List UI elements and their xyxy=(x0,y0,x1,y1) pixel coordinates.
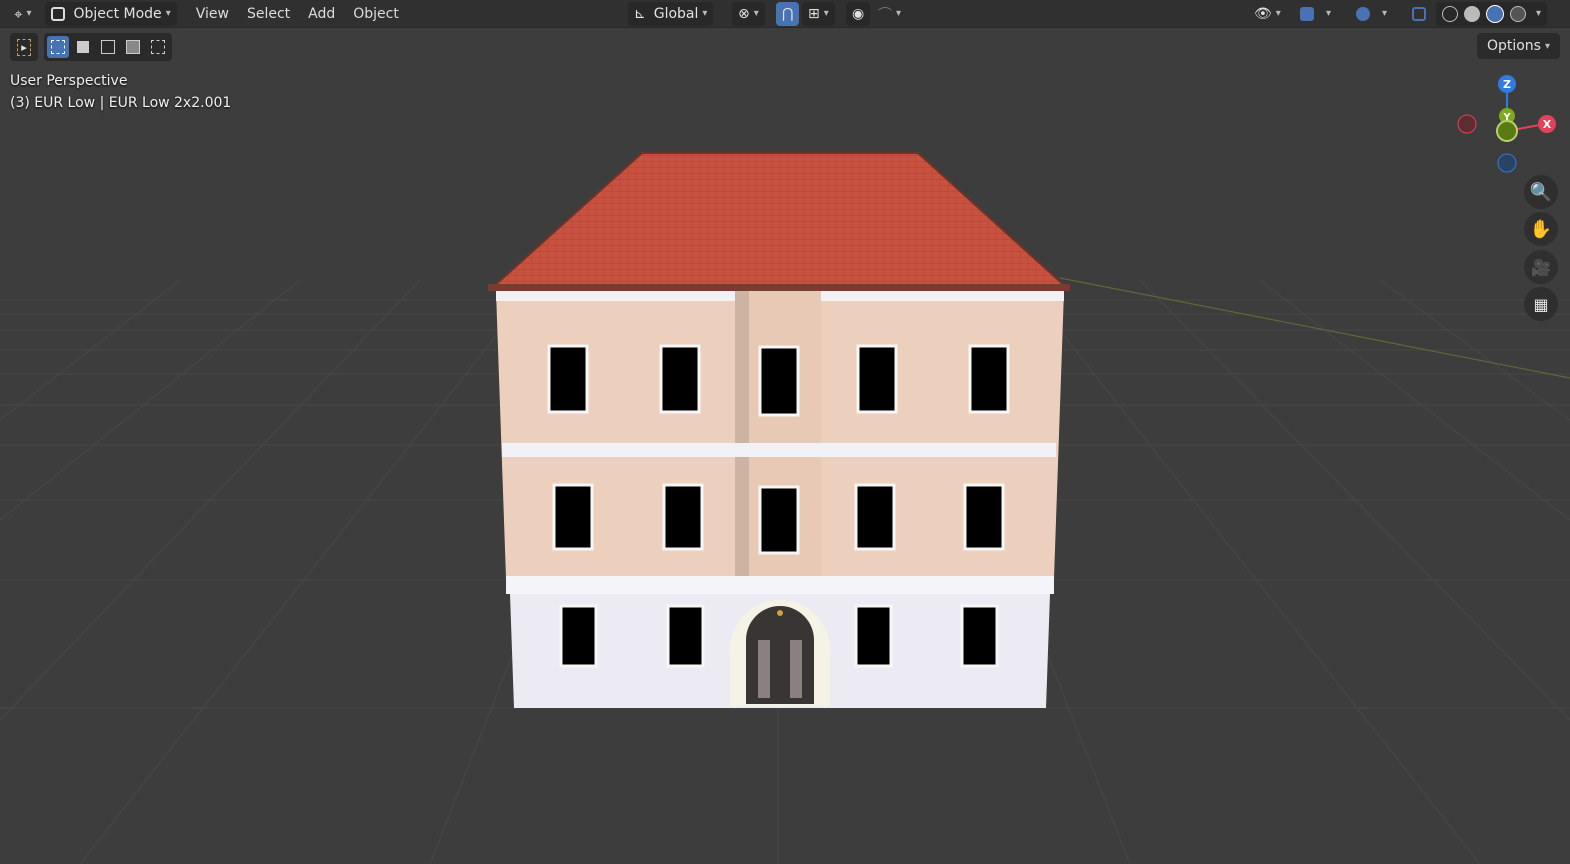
hand-icon: ✋ xyxy=(1529,218,1553,240)
door-lamp xyxy=(777,610,783,616)
select-extend-button[interactable] xyxy=(72,36,94,58)
solid-shading-icon[interactable] xyxy=(1464,5,1480,22)
chevron-down-icon: ▾ xyxy=(165,8,171,19)
select-invert-icon xyxy=(126,40,140,54)
chevron-down-icon: ▾ xyxy=(823,8,829,19)
eye-icon: 👁 xyxy=(1254,5,1272,22)
chevron-down-icon: ▾ xyxy=(1382,8,1388,19)
navigation-gizmo[interactable]: Z Y X xyxy=(1450,70,1570,180)
floor-band xyxy=(502,443,1056,457)
door xyxy=(746,606,814,704)
chevron-down-icon: ▾ xyxy=(1275,8,1281,19)
active-object-label: (3) EUR Low | EUR Low 2x2.001 xyxy=(10,95,232,111)
tool-settings-bar: ▸ xyxy=(10,33,172,61)
select-subtract-icon xyxy=(101,40,115,54)
gizmo-neg-x[interactable] xyxy=(1457,114,1477,134)
cursor-icon: ▸ xyxy=(17,38,31,56)
proportional-edit-toggle[interactable]: ◉ xyxy=(846,1,871,26)
object-mode-icon xyxy=(51,6,66,21)
selection-modes xyxy=(44,33,172,61)
pivot-icon: ⊗ xyxy=(738,5,750,22)
select-new-icon xyxy=(51,40,65,54)
material-shading-icon[interactable] xyxy=(1486,4,1504,23)
gizmo-z-label: Z xyxy=(1503,78,1511,91)
gizmo-icon xyxy=(1300,6,1314,21)
ground-floor-band xyxy=(506,576,1054,594)
active-tool-group: ▸ xyxy=(10,33,38,61)
chevron-down-icon: ▾ xyxy=(1544,40,1550,52)
mode-label: Object Mode xyxy=(73,5,162,22)
overlays-toggle[interactable]: ▾ xyxy=(1350,2,1393,26)
transform-orientation-icon: ⊾ xyxy=(634,5,646,22)
magnet-icon: ⋂ xyxy=(782,5,794,22)
editor-type-icon: ⌖ xyxy=(14,4,23,23)
projection-toggle-button[interactable]: ▦ xyxy=(1524,287,1558,321)
gizmo-neg-z[interactable] xyxy=(1497,153,1517,173)
shading-modes: ▾ xyxy=(1436,1,1548,26)
snap-toggle[interactable]: ⋂ xyxy=(776,1,800,26)
menu-select[interactable]: Select xyxy=(238,2,299,26)
select-new-button[interactable] xyxy=(47,36,69,58)
chevron-down-icon: ▾ xyxy=(702,8,708,19)
falloff-dropdown[interactable]: ⌒ ▾ xyxy=(872,2,907,26)
select-extend-icon xyxy=(77,41,89,53)
viewport-header: ⌖ ▾ Object Mode ▾ View Select Add Object… xyxy=(0,0,1570,28)
pivot-point-dropdown[interactable]: ⊗ ▾ xyxy=(732,1,765,26)
risalit-shadow xyxy=(735,291,749,578)
select-cursor-tool[interactable]: ▸ xyxy=(13,36,35,58)
visibility-dropdown[interactable]: 👁 ▾ xyxy=(1248,2,1287,26)
viewport-3d[interactable] xyxy=(0,28,1570,864)
chevron-down-icon: ▾ xyxy=(1326,8,1332,19)
camera-view-button[interactable]: 🎥 xyxy=(1524,250,1558,284)
rendered-shading-icon[interactable] xyxy=(1510,5,1526,22)
chevron-down-icon: ▾ xyxy=(26,8,32,19)
options-dropdown[interactable]: Options ▾ xyxy=(1476,33,1560,59)
snap-target-dropdown[interactable]: ⊞ ▾ xyxy=(802,1,835,26)
camera-icon: 🎥 xyxy=(1531,257,1551,277)
orientation-dropdown[interactable]: ⊾ Global ▾ xyxy=(628,1,714,26)
menu-view[interactable]: View xyxy=(187,2,238,26)
orientation-label: Global xyxy=(653,5,699,22)
overlays-icon xyxy=(1356,6,1370,21)
xray-icon xyxy=(1412,6,1426,21)
gizmo-x-label: X xyxy=(1543,118,1552,131)
menu-object[interactable]: Object xyxy=(344,2,408,26)
chevron-down-icon[interactable]: ▾ xyxy=(1536,8,1541,19)
snap-increment-icon: ⊞ xyxy=(808,5,820,22)
grid-projection-icon: ▦ xyxy=(1533,294,1549,314)
menu-add[interactable]: Add xyxy=(299,2,344,26)
pan-button[interactable]: ✋ xyxy=(1524,212,1558,246)
perspective-label: User Perspective xyxy=(10,73,128,89)
wireframe-shading-icon[interactable] xyxy=(1442,5,1458,22)
roof-eave xyxy=(488,284,1070,291)
gizmo-neg-y[interactable] xyxy=(1496,120,1518,142)
building-model[interactable] xyxy=(488,152,1070,708)
options-label: Options xyxy=(1486,38,1541,54)
xray-toggle[interactable] xyxy=(1406,2,1432,26)
gizmo-toggle[interactable]: ▾ xyxy=(1294,2,1337,26)
chevron-down-icon: ▾ xyxy=(896,8,902,19)
zoom-icon: 🔍 xyxy=(1529,181,1553,203)
chevron-down-icon: ▾ xyxy=(753,8,759,19)
select-invert-button[interactable] xyxy=(122,36,144,58)
proportional-edit-icon: ◉ xyxy=(852,5,865,22)
falloff-curve-icon: ⌒ xyxy=(878,6,892,23)
door-panel-right xyxy=(790,640,802,698)
select-subtract-button[interactable] xyxy=(97,36,119,58)
mode-dropdown[interactable]: Object Mode ▾ xyxy=(45,1,177,26)
zoom-button[interactable]: 🔍 xyxy=(1524,175,1558,209)
select-intersect-button[interactable] xyxy=(147,36,169,58)
door-panel-left xyxy=(758,640,770,698)
editor-type-button[interactable]: ⌖ ▾ xyxy=(8,2,37,26)
x-axis-line xyxy=(1059,277,1570,379)
select-intersect-icon xyxy=(151,40,165,54)
roof xyxy=(490,152,1069,288)
